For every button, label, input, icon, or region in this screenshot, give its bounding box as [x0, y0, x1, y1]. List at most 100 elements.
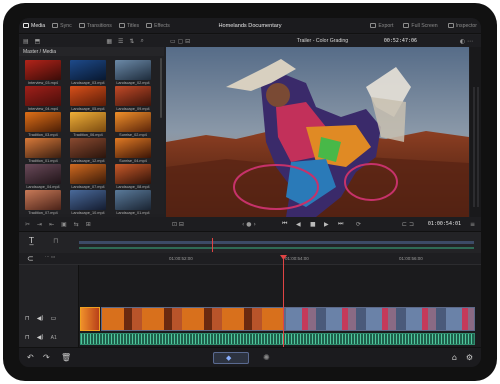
- monitor-icon[interactable]: ▭: [51, 315, 57, 322]
- speaker-icon[interactable]: ◀): [37, 334, 44, 341]
- step-back-button[interactable]: ◀: [296, 221, 301, 228]
- viewer-menu-icon[interactable]: ◐ ⋯: [460, 38, 473, 45]
- media-pool-breadcrumb: Master / Media: [19, 47, 164, 56]
- undo-icon[interactable]: ↶: [27, 353, 34, 362]
- overwrite-icon[interactable]: ⇤: [49, 221, 54, 228]
- clip-thumbnail-image: [70, 112, 106, 132]
- loop-icon[interactable]: ⟳: [356, 221, 361, 228]
- top-menu-bar: Media Sync Transitions Titles Effects Ho…: [19, 18, 481, 34]
- search-icon[interactable]: ⌕: [140, 37, 143, 45]
- audio-meter-left: [473, 87, 475, 207]
- jog-icon[interactable]: ‹ ● ›: [242, 221, 256, 228]
- titles-icon: [118, 23, 125, 28]
- media-clip-thumbnail[interactable]: Landscape_01.mp4: [115, 190, 151, 215]
- list-view-icon[interactable]: ☰: [118, 38, 123, 45]
- grid-view-icon[interactable]: ▦: [106, 38, 112, 45]
- transport-controls: ⊡ ⊟ ‹ ● › ⏮ ◀ ■ ▶ ⏭ ⟳ ⊏ ⊐ 01:00:54:01 ≡: [164, 217, 481, 231]
- delete-icon[interactable]: 🗑: [61, 353, 71, 362]
- video-viewer[interactable]: [166, 47, 469, 217]
- color-page-icon[interactable]: ✺: [263, 353, 270, 362]
- video-track-header: ⊓ ◀) ▭: [25, 315, 56, 322]
- export-label: Export: [378, 22, 394, 29]
- media-icon: [23, 23, 29, 28]
- rewind-button[interactable]: ⏮: [282, 220, 287, 228]
- media-clip-thumbnail[interactable]: Landscape_05.mp4: [70, 86, 106, 111]
- media-clip-thumbnail[interactable]: Landscape_03.mp4: [70, 60, 106, 85]
- audio-clip[interactable]: [80, 333, 475, 345]
- ripple-icon[interactable]: ⇆: [74, 221, 79, 228]
- forward-button[interactable]: ⏭: [338, 220, 343, 228]
- replace-icon[interactable]: ▣: [61, 221, 67, 228]
- media-clip-thumbnail[interactable]: Tradition_06.mp4: [70, 112, 106, 137]
- tab-media[interactable]: Media: [23, 23, 45, 29]
- clip-thumbnail-image: [25, 164, 61, 184]
- clip-name: Interview_04.mp4: [28, 107, 58, 111]
- track-headers: ⊓ ◀) ▭ ⊓ ◀) A1: [19, 265, 79, 347]
- sort-icon[interactable]: ⇅: [129, 38, 134, 45]
- lock-icon[interactable]: ⊓: [25, 315, 30, 322]
- media-clip-thumbnail[interactable]: Landscape_10.mp4: [70, 190, 106, 215]
- upper-timeline[interactable]: T̲ ⊓: [19, 231, 481, 253]
- insert-clip-icon[interactable]: ⊡ ⊟: [172, 221, 184, 228]
- sidebar-toggle-icon[interactable]: ▤: [23, 38, 29, 45]
- fullscreen-icon: [403, 23, 410, 28]
- cut-page-button[interactable]: ◆: [213, 352, 249, 364]
- clip-thumbnail-image: [25, 60, 61, 80]
- clip-name: Tradition_06.mp4: [73, 133, 103, 137]
- mini-audio-track: [79, 247, 474, 249]
- razor-icon[interactable]: ✂: [25, 221, 30, 228]
- video-clip[interactable]: [101, 307, 285, 331]
- clip-name: Landscape_03.mp4: [71, 81, 105, 85]
- export-button[interactable]: Export: [370, 23, 393, 29]
- fullscreen-label: Full Screen: [411, 22, 438, 29]
- play-button[interactable]: ▶: [324, 221, 329, 228]
- timeline-ruler[interactable]: ⊂ ⋯ ▭ 01:00:52:00 01:00:54:00 01:00:56:0…: [19, 253, 481, 265]
- inspector-button[interactable]: Inspector: [447, 23, 477, 29]
- tab-effects[interactable]: Effects: [146, 23, 170, 29]
- redo-icon[interactable]: ↷: [43, 353, 50, 362]
- media-clip-thumbnail[interactable]: Sunrise_02.mp4: [115, 112, 151, 137]
- fullscreen-button[interactable]: Full Screen: [403, 22, 438, 29]
- import-icon[interactable]: ⬒: [35, 38, 41, 45]
- audio-icon[interactable]: ◀): [37, 315, 44, 322]
- insert-icon[interactable]: ⇥: [37, 221, 42, 228]
- snap-icon[interactable]: ⊂: [27, 254, 34, 263]
- media-clip-thumbnail[interactable]: Tradition_03.mp4: [25, 112, 61, 137]
- lock-icon[interactable]: ⊓: [25, 334, 30, 341]
- tab-titles[interactable]: Titles: [118, 23, 139, 29]
- media-clip-thumbnail[interactable]: Landscape_02.mp4: [115, 60, 151, 85]
- tab-sync[interactable]: Sync: [52, 23, 72, 29]
- mini-playhead[interactable]: [212, 238, 213, 252]
- lock-icon[interactable]: ⊓: [53, 237, 58, 245]
- media-clip-thumbnail[interactable]: Landscape_09.mp4: [115, 86, 151, 111]
- timeline-playhead[interactable]: [283, 256, 284, 347]
- transport-menu-icon[interactable]: ≡: [470, 221, 475, 228]
- stop-button[interactable]: ■: [310, 221, 316, 228]
- media-clip-thumbnail[interactable]: Sunrise_04.mp4: [115, 138, 151, 163]
- home-icon[interactable]: ⌂: [452, 353, 457, 362]
- track-options-icon[interactable]: ⋯ ▭: [45, 255, 55, 260]
- settings-icon[interactable]: ⚙: [466, 353, 473, 362]
- title-tool-icon[interactable]: T̲: [29, 236, 34, 245]
- ruler-timecode: 01:00:52:00: [169, 256, 193, 261]
- audio-track-label: A1: [50, 334, 57, 341]
- video-clip[interactable]: [285, 307, 475, 331]
- tab-transitions[interactable]: Transitions: [78, 23, 112, 29]
- video-clip[interactable]: [80, 307, 100, 331]
- media-clip-thumbnail[interactable]: Landscape_04.mp4: [25, 164, 61, 189]
- media-pool-scrollbar[interactable]: [160, 58, 162, 118]
- media-clip-thumbnail[interactable]: Landscape_12.mp4: [70, 138, 106, 163]
- clip-name: Landscape_07.mp4: [71, 185, 105, 189]
- media-pool-grid: Interview_03.mp4 Landscape_03.mp4 Landscap…: [19, 56, 164, 215]
- media-clip-thumbnail[interactable]: Tradition_01.mp4: [25, 138, 61, 163]
- media-clip-thumbnail[interactable]: Interview_04.mp4: [25, 86, 61, 111]
- append-icon[interactable]: ⊞: [86, 221, 91, 228]
- clip-name: Landscape_04.mp4: [26, 185, 60, 189]
- media-clip-thumbnail[interactable]: Interview_03.mp4: [25, 60, 61, 85]
- clip-name: Landscape_09.mp4: [116, 107, 150, 111]
- media-clip-thumbnail[interactable]: Landscape_07.mp4: [70, 164, 106, 189]
- ipad-frame: Media Sync Transitions Titles Effects Ho…: [3, 3, 497, 381]
- media-clip-thumbnail[interactable]: Landscape_08.mp4: [115, 164, 151, 189]
- media-clip-thumbnail[interactable]: Tradition_07.mp4: [25, 190, 61, 215]
- mark-in-icon[interactable]: ⊏ ⊐: [402, 221, 414, 228]
